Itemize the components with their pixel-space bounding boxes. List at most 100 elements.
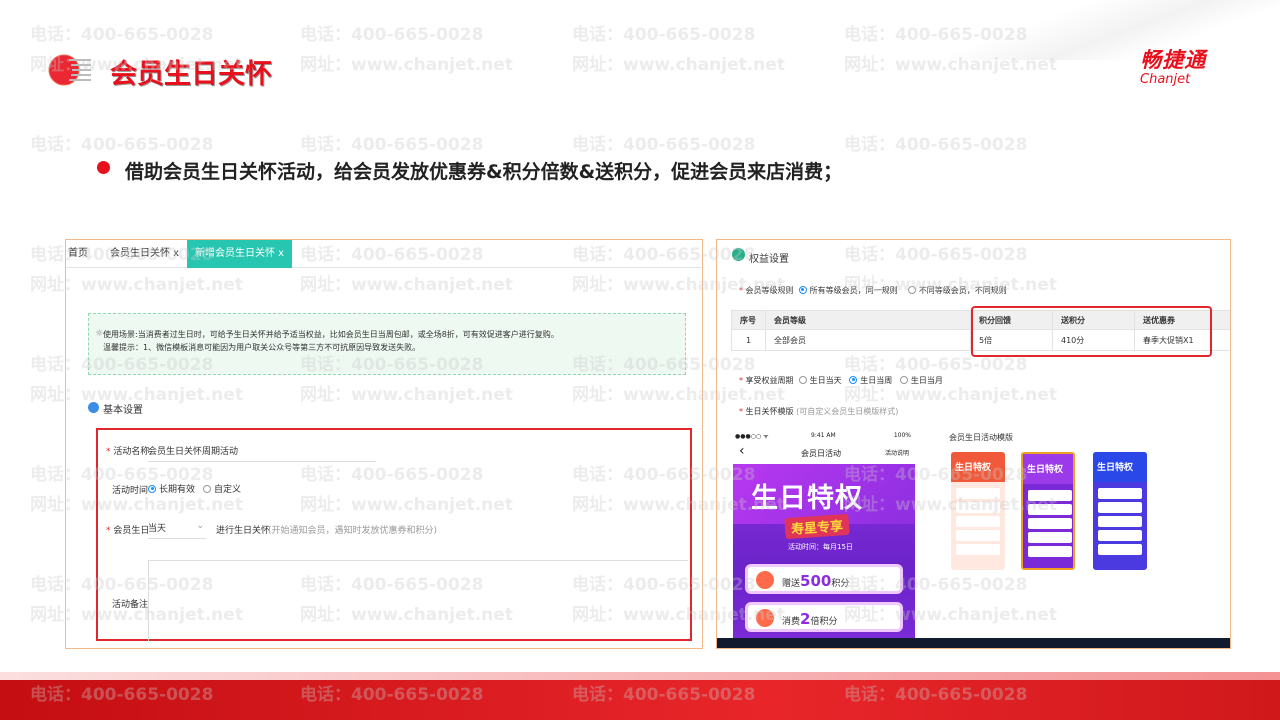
gift-card-multiplier: 消费2倍积分: [745, 602, 903, 632]
bullet-icon: [97, 161, 110, 174]
thumb-row: [1098, 530, 1142, 541]
highlight-box-benefits: [971, 306, 1212, 357]
battery-level: 100%: [893, 432, 911, 439]
watermark-phone: 电话：400-665-0028: [572, 135, 756, 155]
tab-new-birthday-care[interactable]: 新增会员生日关怀 x: [187, 240, 293, 268]
gift-card-points: 赠送500积分: [745, 564, 903, 594]
birthday-hint: (开始通知会员，遇知时发放优惠券和积分): [268, 526, 438, 536]
col-header: 序号: [731, 310, 766, 330]
watermark-phone: 电话：400-665-0028: [30, 25, 214, 45]
section-title: 基本设置: [103, 405, 143, 416]
thumb-row: [956, 488, 1000, 499]
birthday-select[interactable]: 当天 ⌄: [148, 521, 206, 539]
phone-time: 9:41 AM: [811, 432, 836, 439]
tab-home[interactable]: 首页: [66, 240, 88, 268]
usage-info-box: ☼ 使用场景:当消费者过生日时，可给予生日关怀并给予适当权益，比如会员生日当周包…: [88, 313, 686, 375]
brand-logo: 畅捷通 Chanjet: [1140, 44, 1206, 87]
footer-band: [0, 680, 1280, 720]
slide-subtitle: 借助会员生日关怀活动，给会员发放优惠券&积分倍数&送积分，促进会员来店消费；: [125, 161, 843, 183]
template-thumb-2-selected[interactable]: 生日特权: [1021, 452, 1075, 570]
template-thumb-1[interactable]: 生日特权: [951, 452, 1005, 570]
thumb-row: [956, 544, 1000, 555]
phone-nav-bar: ‹ 会员日活动 活动说明: [733, 442, 915, 464]
thumb-row: [1028, 518, 1072, 529]
footer-fade: [0, 672, 1280, 680]
gift-text: 赠送500积分: [782, 572, 850, 590]
watermark-phone: 电话：400-665-0028: [572, 25, 756, 45]
signal-icon: ●●●○○ ᯤ: [735, 433, 769, 440]
thumb-row: [1028, 504, 1072, 515]
watermark-phone: 电话：400-665-0028: [300, 135, 484, 155]
activity-name-label: * 活动名称: [106, 447, 150, 457]
benefit-settings-screenshot: 权益设置 * 会员等级规则 所有等级会员，同一规则 不同等级会员，不同规则 序号…: [716, 239, 1231, 649]
gift-icon: [756, 571, 774, 589]
period-day-radio[interactable]: 生日当天: [798, 375, 842, 385]
brand-name-cn: 畅捷通: [1140, 48, 1207, 72]
user-icon: [732, 248, 745, 261]
highlight-box-form: * 活动名称 会员生日关怀周期活动 活动时间 长期有效 自定义 * 会员生日 当…: [96, 428, 692, 642]
brand-name-en: Chanjet: [1140, 72, 1191, 87]
panel-bottom-bar: [717, 638, 1230, 648]
phone-hero: 生日特权 寿星专享 活动时间：每月15日 赠送500积分 消费2倍积分: [733, 464, 915, 638]
benefit-settings-title: 权益设置: [749, 254, 789, 265]
template-thumb-3[interactable]: 生日特权: [1093, 452, 1147, 570]
col-header: 会员等级: [765, 310, 971, 330]
phone-preview: ●●●○○ ᯤ 9:41 AM 100% ‹ 会员日活动 活动说明 生日特权 寿…: [733, 432, 915, 638]
activity-time-label: 活动时间: [112, 486, 149, 496]
watermark-phone: 电话：400-665-0028: [844, 135, 1028, 155]
thumb-row: [1098, 544, 1142, 555]
level-rule-row: * 会员等级规则 所有等级会员，同一规则 不同等级会员，不同规则: [739, 285, 1007, 295]
watermark-site: 网址：www.chanjet.net: [572, 55, 785, 75]
info-line-1: 使用场景:当消费者过生日时，可给予生日关怀并给予适当权益，比如会员生日当周包邮，…: [103, 330, 559, 339]
page-title: 会员生日关怀: [110, 59, 272, 90]
phone-nav-title: 会员日活动: [801, 449, 841, 458]
thumb-row: [1098, 516, 1142, 527]
cell: 全部会员: [765, 329, 971, 351]
lightbulb-icon: ☼: [95, 329, 104, 339]
thumb-title: 生日特权: [955, 463, 992, 473]
template-row: * 生日关怀模版 (可自定义会员生日模版样式): [739, 407, 899, 416]
gift-icon: [756, 609, 774, 627]
thumb-row: [956, 530, 1000, 541]
member-birthday-label: * 会员生日: [106, 526, 150, 536]
remark-label: 活动备注: [112, 600, 149, 610]
time-custom-radio[interactable]: 自定义: [203, 482, 241, 495]
info-line-2: 温馨提示：1、微信模板消息可能因为用户取关公众号等第三方不可抗原因导致发送失败。: [103, 343, 421, 352]
back-arrow-icon[interactable]: ‹: [739, 443, 745, 459]
phone-nav-right[interactable]: 活动说明: [885, 448, 909, 457]
period-row: * 享受权益周期 生日当天 生日当周 生日当月: [739, 375, 943, 385]
header-decoration: [860, 0, 1280, 60]
watermark-phone: 电话：400-665-0028: [300, 25, 484, 45]
period-label: 享受权益周期: [745, 376, 794, 385]
tab-birthday-care[interactable]: 会员生日关怀 x: [110, 240, 179, 268]
rule-diff-radio[interactable]: 不同等级会员，不同规则: [907, 285, 1007, 295]
template-hint: (可自定义会员生日模版样式): [796, 407, 899, 416]
remark-textarea[interactable]: [148, 560, 688, 642]
title-logo-icon: [48, 54, 91, 86]
rule-same-radio[interactable]: 所有等级会员，同一规则: [798, 285, 898, 295]
thumb-title: 生日特权: [1027, 465, 1064, 475]
period-week-radio[interactable]: 生日当周: [849, 375, 892, 385]
cell: 1: [731, 329, 766, 351]
hero-subtitle: 寿星专享: [784, 513, 850, 540]
tab-bar: 首页 会员生日关怀 x 新增会员生日关怀 x: [66, 240, 702, 268]
activity-name-input[interactable]: 会员生日关怀周期活动: [148, 444, 376, 462]
hero-title: 生日特权: [751, 483, 863, 514]
period-month-radio[interactable]: 生日当月: [899, 375, 943, 385]
template-gallery-title: 会员生日活动模版: [949, 433, 1013, 442]
phone-status-bar: ●●●○○ ᯤ 9:41 AM 100%: [733, 432, 915, 442]
thumb-row: [1028, 490, 1072, 501]
thumb-row: [1098, 502, 1142, 513]
template-label: 生日关怀模版: [745, 407, 794, 416]
watermark-site: 网址：www.chanjet.net: [300, 55, 513, 75]
thumb-row: [1028, 532, 1072, 543]
hero-time: 活动时间：每月15日: [788, 543, 853, 551]
settings-section-icon: [88, 402, 99, 413]
birthday-suffix: 进行生日关怀: [216, 526, 271, 536]
time-long-term-radio[interactable]: 长期有效: [148, 482, 195, 495]
birthday-care-form-screenshot: 首页 会员生日关怀 x 新增会员生日关怀 x ☼ 使用场景:当消费者过生日时，可…: [65, 239, 703, 649]
thumb-row: [1098, 488, 1142, 499]
thumb-row: [956, 516, 1000, 527]
thumb-row: [1028, 546, 1072, 557]
thumb-row: [956, 502, 1000, 513]
